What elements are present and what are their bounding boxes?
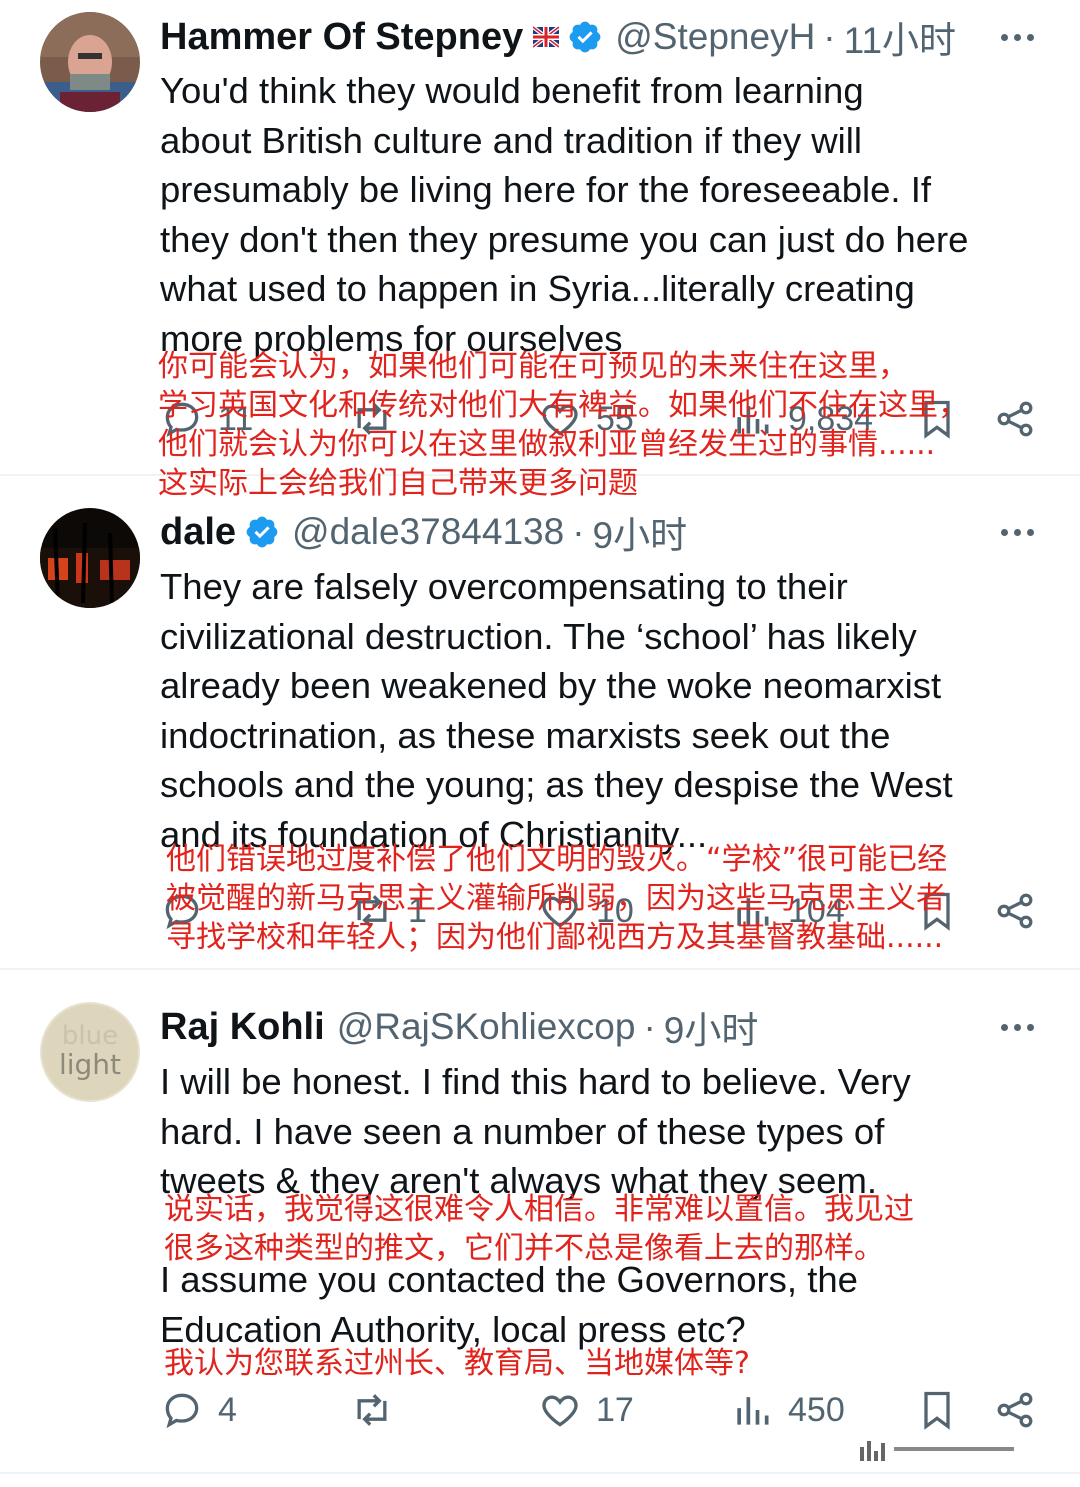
translation-text: 你可能会认为，如果他们可能在可预见的未来住在这里， 学习英国文化和传统对他们大有… — [158, 349, 968, 501]
handle[interactable]: @RajSKohliexcop — [337, 1006, 636, 1048]
share-button[interactable] — [993, 1385, 1037, 1435]
avatar-raj-kohli[interactable]: blue light — [40, 1002, 140, 1102]
avatar-dale[interactable] — [40, 508, 140, 608]
action-bar: 4 17 450 — [160, 1385, 1040, 1435]
translation-text: 他们错误地过度补偿了他们文明的毁灭。“学校”很可能已经 被觉醒的新马克思主义灌输… — [166, 842, 948, 955]
translation-text: 说实话，我觉得这很难令人相信。非常难以置信。我见过 很多这种类型的推文，它们并不… — [164, 1192, 914, 1266]
share-button[interactable] — [993, 394, 1037, 444]
bookmark-icon — [924, 1391, 950, 1430]
display-name[interactable]: dale — [160, 511, 236, 554]
dot-separator: · — [572, 511, 585, 552]
handle[interactable]: @dale37844138 — [292, 511, 564, 553]
divider — [0, 1472, 1080, 1474]
share-button[interactable] — [993, 886, 1037, 936]
translation-text: 我认为您联系过州长、教育局、当地媒体等? — [164, 1346, 750, 1381]
tweet-2[interactable]: dale @dale37844138 · 9小时 They are falsel… — [0, 476, 1080, 966]
uk-flag-icon — [532, 24, 561, 50]
tweet-text: They are falsely overcompensating to the… — [160, 566, 953, 855]
display-name[interactable]: Raj Kohli — [160, 1006, 325, 1049]
avatar-text: blue — [62, 1021, 118, 1051]
tweet-header: Hammer Of Stepney @StepneyH · 11小时 — [160, 13, 960, 62]
views-icon — [737, 1397, 769, 1425]
reply-icon — [165, 1393, 199, 1429]
watermark-logo — [860, 1437, 1060, 1461]
dot-separator: · — [823, 16, 836, 57]
timestamp[interactable]: 11小时 — [844, 13, 956, 61]
timestamp[interactable]: 9小时 — [664, 1003, 759, 1051]
handle[interactable]: @StepneyH — [615, 16, 815, 58]
avatar-text: light — [59, 1048, 121, 1081]
bookmark-button[interactable] — [915, 1385, 959, 1435]
like-button[interactable]: 17 — [538, 1385, 634, 1435]
timestamp[interactable]: 9小时 — [593, 508, 688, 556]
tweet-text: I assume you contacted the Governors, th… — [160, 1259, 858, 1350]
tweet-header: dale @dale37844138 · 9小时 — [160, 508, 960, 557]
display-name[interactable]: Hammer Of Stepney — [160, 16, 523, 59]
verified-badge-icon — [244, 514, 280, 550]
share-icon — [997, 1392, 1033, 1428]
share-icon — [997, 401, 1033, 437]
tweet-header: Raj Kohli @RajSKohliexcop · 9小时 — [160, 1003, 960, 1052]
share-icon — [997, 893, 1033, 929]
like-count: 17 — [596, 1390, 634, 1429]
like-icon — [542, 1395, 578, 1427]
tweet-text: You'd think they would benefit from lear… — [160, 70, 969, 359]
dot-separator: · — [643, 1006, 656, 1047]
tweet-3[interactable]: blue light Raj Kohli @RajSKohliexcop · 9… — [0, 970, 1080, 1470]
reply-count: 4 — [218, 1390, 237, 1429]
reply-button[interactable]: 4 — [160, 1385, 237, 1435]
tweet-text: I will be honest. I find this hard to be… — [160, 1061, 911, 1202]
views-button[interactable]: 450 — [730, 1385, 845, 1435]
more-icon[interactable] — [995, 508, 1034, 556]
retweet-button[interactable] — [350, 1385, 408, 1435]
views-count: 450 — [788, 1390, 845, 1429]
more-icon[interactable] — [995, 1003, 1034, 1051]
more-icon[interactable] — [995, 13, 1034, 61]
avatar-hammer-of-stepney[interactable] — [40, 12, 140, 112]
verified-badge-icon — [567, 19, 603, 55]
retweet-icon — [357, 1394, 387, 1426]
tweet-1[interactable]: Hammer Of Stepney @StepneyH · 11小时 You'd… — [0, 0, 1080, 501]
